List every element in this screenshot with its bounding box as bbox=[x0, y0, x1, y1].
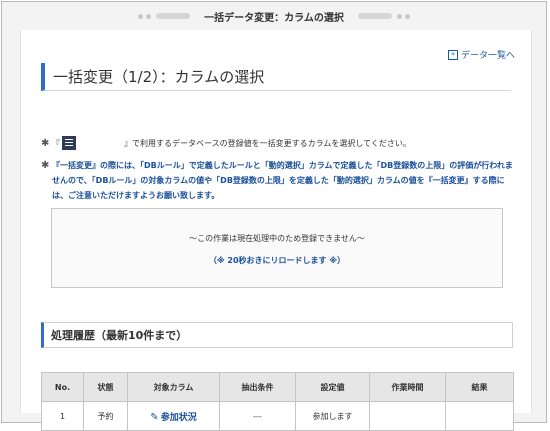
cell-no: 1 bbox=[41, 401, 84, 431]
col-header-result: 結果 bbox=[445, 372, 514, 402]
asterisk-icon: ✱ bbox=[41, 137, 50, 149]
data-list-link-label: データ一覧へ bbox=[460, 51, 515, 61]
cell-value: 参加します bbox=[295, 401, 370, 431]
history-section-title: 処理履歴（最新10件まで） bbox=[41, 322, 513, 348]
instruction-note: ✱ 『 』で利用するデータベースの登録値を一括変更するカラムを選択してください。 bbox=[41, 136, 511, 150]
col-header-status: 状態 bbox=[83, 372, 128, 402]
cell-target: ✎ 参加状況 bbox=[127, 401, 220, 431]
col-header-no: No. bbox=[41, 372, 84, 402]
window-frame: 一括データ変更：カラムの選択 » データ一覧へ 一括変更（1/2）：カラムの選択… bbox=[1, 1, 547, 431]
history-table-header: No. 状態 対象カラム 抽出条件 設定値 作業時間 結果 bbox=[41, 372, 514, 402]
note2-text: 『一括変更』の際には、「DBルール」で定義したルールと「動的選択」カラムで定義し… bbox=[52, 161, 513, 200]
note1-prefix: 『 bbox=[52, 138, 60, 148]
history-table: No. 状態 対象カラム 抽出条件 設定値 作業時間 結果 1 予約 ✎ 参加状況 bbox=[41, 372, 514, 431]
window-titlebar: 一括データ変更：カラムの選択 bbox=[2, 2, 546, 30]
col-header-condition: 抽出条件 bbox=[219, 372, 296, 402]
reload-note: （※ 20秒おきにリロードします ※） bbox=[208, 256, 346, 265]
target-column-label: 参加状況 bbox=[160, 412, 197, 423]
cell-time bbox=[369, 401, 446, 431]
processing-status-box: ～この作業は現在処理中のため登録できません～ （※ 20秒おきにリロードします … bbox=[51, 208, 503, 288]
cell-result bbox=[445, 401, 514, 431]
cell-condition: --- bbox=[219, 401, 296, 431]
titlebar-decoration-left bbox=[138, 13, 191, 19]
titlebar-decoration-right bbox=[357, 13, 410, 19]
data-list-link[interactable]: » データ一覧へ bbox=[447, 48, 515, 61]
double-chevron-right-icon: » bbox=[447, 49, 458, 60]
content-panel: » データ一覧へ 一括変更（1/2）：カラムの選択 ✱ 『 』で利用するデータベ… bbox=[20, 30, 532, 431]
window-title: 一括データ変更：カラムの選択 bbox=[204, 12, 344, 24]
warning-note: ✱ 『一括変更』の際には、「DBルール」で定義したルールと「動的選択」カラムで定… bbox=[41, 158, 513, 203]
page-title: 一括変更（1/2）：カラムの選択 bbox=[41, 63, 511, 91]
target-column-link[interactable]: ✎ 参加状況 bbox=[150, 411, 197, 423]
cell-status: 予約 bbox=[83, 401, 128, 431]
col-header-target: 対象カラム bbox=[127, 372, 220, 402]
col-header-value: 設定値 bbox=[295, 372, 370, 402]
database-icon bbox=[62, 136, 76, 150]
pencil-icon: ✎ bbox=[150, 411, 159, 423]
asterisk-icon: ✱ bbox=[41, 160, 50, 171]
note1-text: 』で利用するデータベースの登録値を一括変更するカラムを選択してください。 bbox=[124, 138, 411, 148]
col-header-time: 作業時間 bbox=[369, 372, 446, 402]
table-row: 1 予約 ✎ 参加状況 --- 参加します bbox=[41, 401, 514, 431]
processing-message: ～この作業は現在処理中のため登録できません～ bbox=[189, 234, 365, 243]
